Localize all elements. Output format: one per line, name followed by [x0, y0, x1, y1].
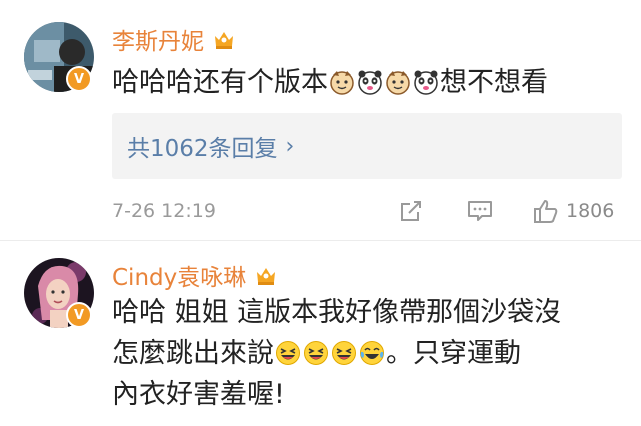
replies-link[interactable]: 共1062条回复 ›: [112, 113, 622, 179]
comment-text-line: 哈哈 姐姐 這版本我好像帶那個沙袋沒: [112, 297, 562, 328]
like-button[interactable]: 1806: [532, 198, 614, 224]
comment-text: 哈哈 姐姐 這版本我好像帶那個沙袋沒 怎麼跳出來說 。只穿運動 內衣好害羞喔!: [112, 292, 622, 415]
comment-text-line: 。只穿運動: [386, 338, 521, 369]
share-button[interactable]: [398, 198, 424, 224]
panda-emoji: [414, 70, 438, 95]
thumbs-up-icon: [534, 200, 558, 223]
crown-icon: [215, 32, 233, 49]
laugh-squint-emoji: [276, 341, 300, 365]
laugh-squint-emoji: [304, 341, 328, 365]
comment-icon: [468, 201, 492, 221]
comment-button[interactable]: [466, 198, 494, 224]
comment-text-part: 哈哈哈还有个版本: [112, 67, 328, 98]
cat-emoji: [386, 71, 410, 95]
panda-emoji: [358, 70, 382, 95]
comment-text-line: 怎麼跳出來說: [112, 338, 274, 369]
verified-badge: V: [66, 66, 92, 92]
comment-text: 哈哈哈还有个版本 想不想看: [112, 62, 622, 103]
replies-label: 共1062条回复: [127, 136, 278, 162]
comment-text-line: 內衣好害羞喔!: [112, 379, 285, 410]
username[interactable]: Cindy袁咏琳: [112, 258, 278, 292]
comment-meta: 7-26 12:19 1806: [112, 198, 622, 226]
chevron-right-icon: ›: [285, 133, 295, 159]
comment-item: V Cindy袁咏琳 哈哈 姐姐 這版本我好像帶那個沙袋沒 怎麼跳出來說 。只穿運…: [0, 250, 641, 426]
laugh-tears-emoji: [360, 341, 384, 365]
share-icon: [401, 201, 421, 221]
username[interactable]: 李斯丹妮: [112, 22, 236, 56]
comment-text-part: 想不想看: [440, 67, 548, 98]
like-count: 1806: [566, 200, 615, 222]
crown-icon: [257, 268, 276, 285]
username-text: Cindy袁咏琳: [112, 265, 247, 291]
verified-badge: V: [66, 302, 92, 328]
cat-emoji: [330, 71, 354, 95]
comment-divider: [0, 240, 641, 241]
comment-item: V 李斯丹妮 哈哈哈还有个版本 想不想看 共1062条回复 › 7-26 12:1…: [0, 0, 641, 250]
timestamp: 7-26 12:19: [112, 200, 216, 222]
username-text: 李斯丹妮: [112, 29, 204, 55]
laugh-squint-emoji: [332, 341, 356, 365]
